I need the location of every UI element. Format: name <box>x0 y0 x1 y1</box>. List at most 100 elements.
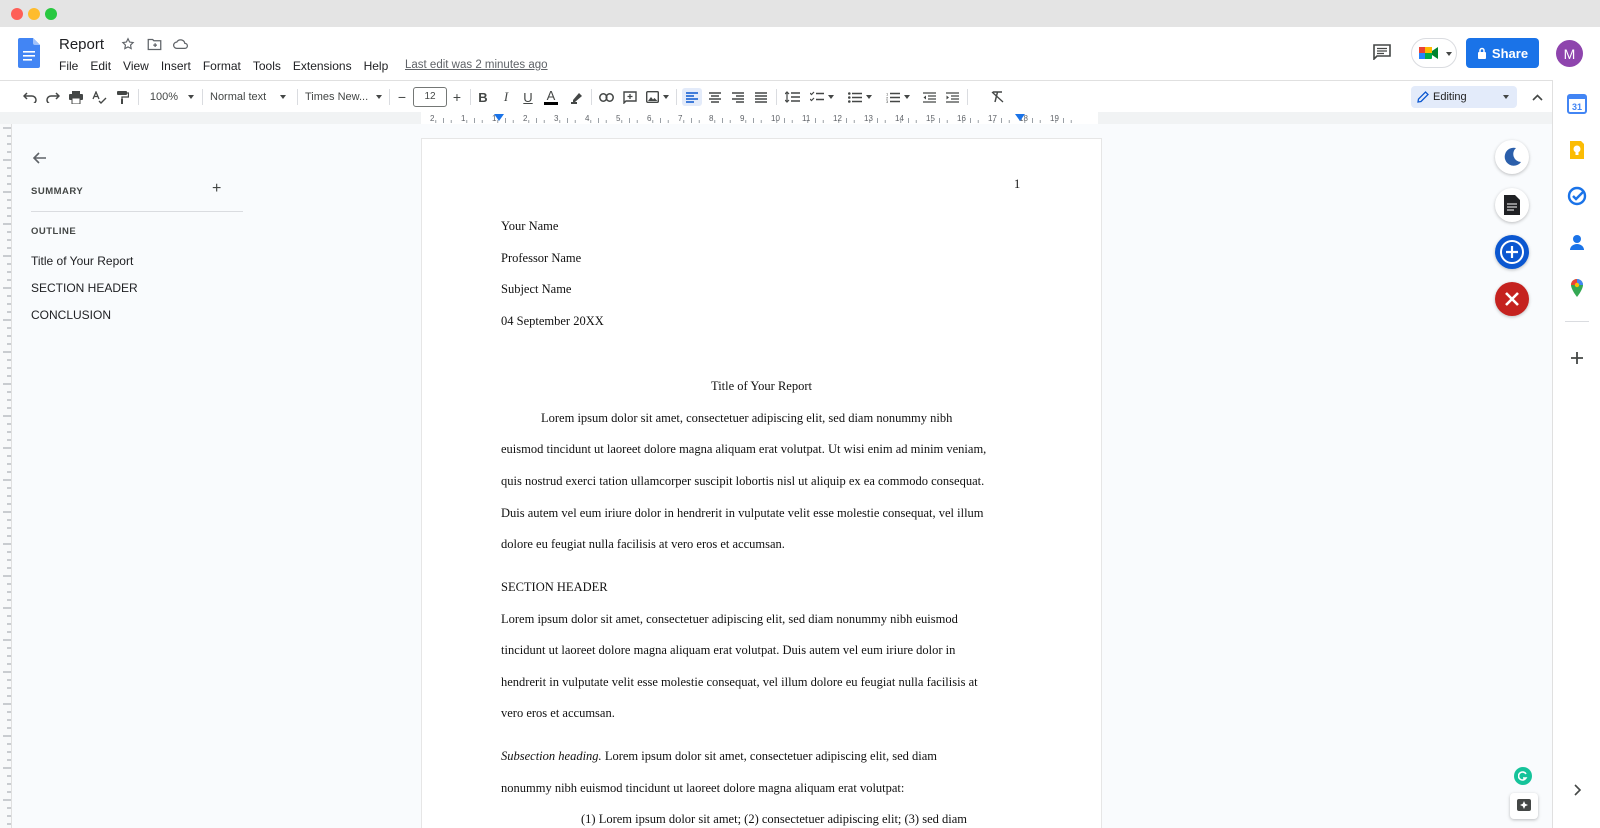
add-comment-icon[interactable] <box>621 88 639 106</box>
star-icon[interactable] <box>120 36 136 52</box>
document-page[interactable]: 1 Your Name Professor Name Subject Name … <box>421 138 1102 828</box>
highlight-color-icon[interactable] <box>567 88 585 106</box>
add-extension-button[interactable] <box>1495 235 1529 269</box>
docs-logo-icon[interactable] <box>18 38 40 68</box>
formatting-toolbar: 100% Normal text Times New... − 12 + B I… <box>0 80 1552 112</box>
numbered-list-caret-icon <box>904 95 910 99</box>
line-spacing-icon[interactable] <box>783 88 801 106</box>
underline-icon[interactable]: U <box>519 88 537 106</box>
menu-tools[interactable]: Tools <box>253 59 281 73</box>
editing-mode-select[interactable]: Editing <box>1411 86 1517 108</box>
paragraph-style-value: Normal text <box>210 91 267 103</box>
explore-button[interactable] <box>1510 793 1538 819</box>
menu-view[interactable]: View <box>123 59 149 73</box>
font-size-input[interactable]: 12 <box>413 87 447 107</box>
outline-item-title[interactable]: Title of Your Report <box>31 254 133 268</box>
summary-divider <box>31 211 243 212</box>
close-extension-button[interactable] <box>1495 282 1529 316</box>
font-family-value: Times New... <box>305 91 369 103</box>
vertical-ruler[interactable] <box>0 124 12 828</box>
menu-format[interactable]: Format <box>203 59 241 73</box>
bold-icon[interactable]: B <box>474 88 492 106</box>
decrease-font-size-button[interactable]: − <box>394 88 410 106</box>
decrease-indent-icon[interactable] <box>920 88 938 106</box>
align-left-icon[interactable] <box>682 88 702 106</box>
outline-item-section-header[interactable]: SECTION HEADER <box>31 281 138 295</box>
docs-header: Report File Edit View Insert Format Tool… <box>0 27 1600 80</box>
insert-image-icon[interactable] <box>644 88 670 106</box>
menu-help[interactable]: Help <box>364 59 389 73</box>
left-indent-marker-icon[interactable] <box>494 114 504 122</box>
checklist-icon[interactable] <box>808 88 836 106</box>
ruler-mark-label: 17 <box>988 114 997 123</box>
checklist-caret-icon <box>828 95 834 99</box>
last-edit-link[interactable]: Last edit was 2 minutes ago <box>405 59 548 71</box>
menu-insert[interactable]: Insert <box>161 59 191 73</box>
bulleted-list-icon[interactable] <box>846 88 874 106</box>
zoom-select[interactable]: 100% <box>148 88 196 106</box>
menu-edit[interactable]: Edit <box>90 59 111 73</box>
paragraph-line: euismod tincidunt ut laoreet dolore magn… <box>501 442 987 456</box>
dark-mode-moon-button[interactable] <box>1495 140 1529 174</box>
ruler-mark-label: 2 <box>523 114 528 123</box>
document-extension-button[interactable] <box>1495 188 1529 222</box>
undo-icon[interactable] <box>21 88 39 106</box>
increase-indent-icon[interactable] <box>943 88 961 106</box>
window-minimize-button[interactable] <box>28 8 40 20</box>
increase-font-size-button[interactable]: + <box>449 88 465 106</box>
move-folder-icon[interactable] <box>146 36 162 52</box>
justify-icon[interactable] <box>752 88 770 106</box>
print-icon[interactable] <box>67 88 85 106</box>
paint-format-icon[interactable] <box>113 88 131 106</box>
paragraph-line: quis nostrud exerci tation ullamcorper s… <box>501 474 985 488</box>
ruler-mark-label: 10 <box>771 114 780 123</box>
paragraph-style-select[interactable]: Normal text <box>210 88 288 106</box>
keep-icon[interactable] <box>1567 140 1587 160</box>
text-color-icon[interactable]: A <box>542 88 560 106</box>
ruler-mark-label: 16 <box>957 114 966 123</box>
window-zoom-button[interactable] <box>45 8 57 20</box>
spellcheck-icon[interactable] <box>90 88 108 106</box>
menu-extensions[interactable]: Extensions <box>293 59 352 73</box>
redo-icon[interactable] <box>44 88 62 106</box>
hide-menus-chevron-up-icon[interactable] <box>1528 88 1546 106</box>
outline-item-conclusion[interactable]: CONCLUSION <box>31 308 111 322</box>
right-indent-marker-icon[interactable] <box>1015 114 1025 122</box>
maps-icon[interactable] <box>1567 278 1587 298</box>
insert-link-icon[interactable] <box>597 88 615 106</box>
font-family-select[interactable]: Times New... <box>305 88 383 106</box>
document-title[interactable]: Report <box>59 36 104 53</box>
numbered-list-icon[interactable]: 123 <box>884 88 912 106</box>
section-header: SECTION HEADER <box>501 580 608 594</box>
account-avatar[interactable]: M <box>1556 40 1583 67</box>
outline-label: OUTLINE <box>31 226 77 237</box>
align-center-icon[interactable] <box>706 88 724 106</box>
close-outline-arrow-icon[interactable] <box>30 148 50 168</box>
comment-history-icon[interactable] <box>1373 44 1391 60</box>
menu-file[interactable]: File <box>59 59 78 73</box>
align-right-icon[interactable] <box>729 88 747 106</box>
cloud-status-icon[interactable] <box>172 36 188 52</box>
add-summary-plus-icon[interactable]: + <box>212 180 221 198</box>
clear-formatting-icon[interactable] <box>988 88 1006 106</box>
plus-circle-icon <box>1500 240 1524 264</box>
explore-sparkle-icon <box>1517 799 1531 811</box>
contacts-icon[interactable] <box>1567 232 1587 252</box>
share-button[interactable]: Share <box>1466 38 1539 68</box>
paragraph-line: tincidunt ut laoreet dolore magna aliqua… <box>501 643 956 657</box>
paragraph-line: Lorem ipsum dolor sit amet, consectetuer… <box>501 612 958 626</box>
window-close-button[interactable] <box>11 8 23 20</box>
get-add-ons-plus-icon[interactable] <box>1567 348 1587 368</box>
share-label: Share <box>1491 45 1529 61</box>
grammarly-icon[interactable] <box>1514 767 1532 785</box>
horizontal-ruler[interactable]: 2 1 1 2 3 4 5 6 7 8 9 10 11 12 13 14 15 16 17 18 19 <box>0 112 1552 124</box>
show-side-panel-chevron-icon[interactable] <box>1567 780 1587 800</box>
paragraph-line: hendrerit in vulputate velit esse molest… <box>501 675 978 689</box>
meet-button[interactable] <box>1411 38 1457 68</box>
calendar-icon[interactable]: 31 <box>1567 94 1587 114</box>
ruler-mark-label: 7 <box>678 114 683 123</box>
italic-icon[interactable]: I <box>497 88 515 106</box>
tasks-icon[interactable] <box>1567 186 1587 206</box>
subsection-paragraph-line: Subsection heading. Lorem ipsum dolor si… <box>501 749 937 764</box>
menu-bar: File Edit View Insert Format Tools Exten… <box>59 59 400 73</box>
